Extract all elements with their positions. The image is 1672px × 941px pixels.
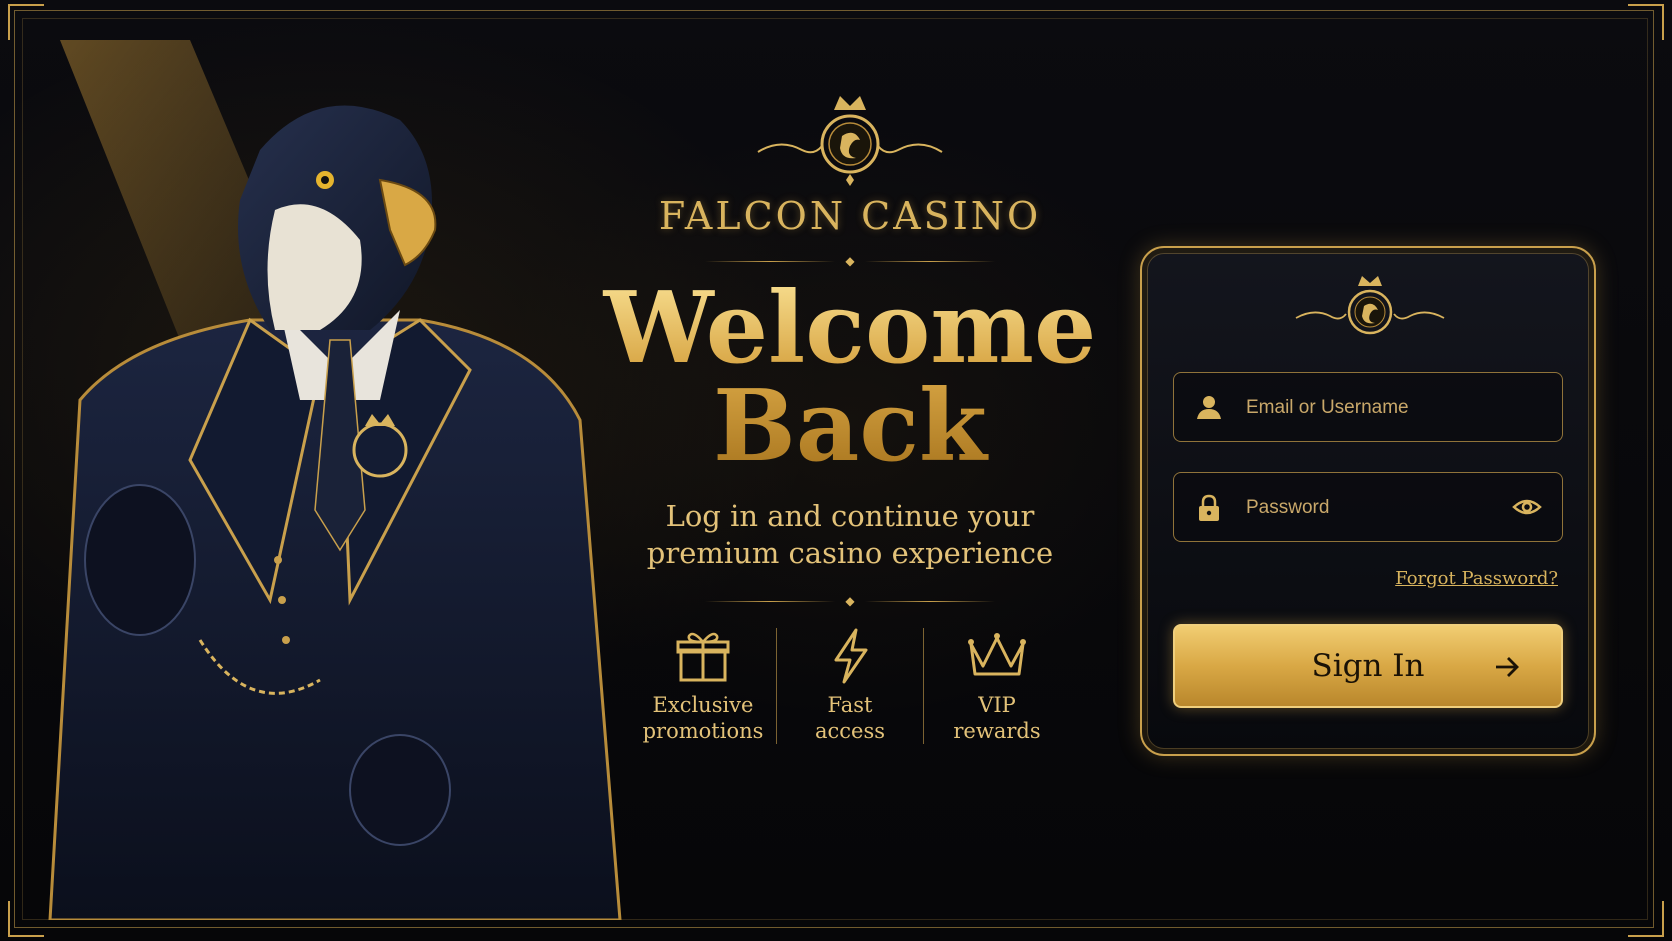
falcon-mascot-illustration xyxy=(20,40,640,922)
ornament-divider: ◆ xyxy=(705,594,996,608)
forgot-password-link[interactable]: Forgot Password? xyxy=(1395,568,1558,589)
login-panel: Forgot Password? Sign In xyxy=(1140,246,1596,756)
arrow-right-icon xyxy=(1496,657,1519,677)
subtitle-line1: Log in and continue your xyxy=(665,499,1035,533)
email-field xyxy=(1173,372,1563,443)
feature-list: Exclusive promotions Fast access VIP rew… xyxy=(600,628,1100,744)
panel-emblem-icon xyxy=(1295,276,1445,335)
feature-line2: access xyxy=(814,719,886,743)
brand-title: FALCON CASINO xyxy=(658,194,1042,238)
ornament-divider: ◆ xyxy=(705,254,996,268)
feature-fast-access: Fast access xyxy=(776,628,923,744)
password-field xyxy=(1173,472,1563,543)
welcome-line2: Back xyxy=(713,369,987,484)
feature-promotions: Exclusive promotions xyxy=(630,628,776,744)
feature-line1: Fast xyxy=(827,693,873,717)
password-input[interactable] xyxy=(1244,473,1518,543)
lock-icon xyxy=(1199,494,1219,521)
welcome-subtitle: Log in and continue your premium casino … xyxy=(600,498,1100,572)
welcome-line1: Welcome xyxy=(603,271,1097,386)
feature-line1: VIP xyxy=(978,693,1016,717)
sign-in-button[interactable]: Sign In xyxy=(1173,624,1563,708)
welcome-heading: Welcome Back xyxy=(600,280,1100,476)
login-screen: FALCON CASINO ◆ Welcome Back Log in and … xyxy=(0,0,1672,941)
subtitle-line2: premium casino experience xyxy=(646,536,1054,570)
lightning-icon xyxy=(834,628,868,684)
feature-vip-rewards: VIP rewards xyxy=(923,628,1070,744)
frame-corner xyxy=(1628,4,1664,40)
feature-line2: promotions xyxy=(642,719,764,743)
crown-icon xyxy=(968,633,1026,676)
welcome-section: FALCON CASINO ◆ Welcome Back Log in and … xyxy=(600,90,1100,744)
frame-corner xyxy=(1628,901,1664,937)
frame-corner xyxy=(8,4,44,40)
user-icon xyxy=(1197,396,1221,419)
gift-icon xyxy=(676,632,730,682)
feature-line2: rewards xyxy=(953,719,1041,743)
feature-line1: Exclusive xyxy=(652,693,754,717)
email-input[interactable] xyxy=(1244,373,1518,443)
casino-emblem-icon xyxy=(757,96,943,186)
eye-icon[interactable] xyxy=(1512,494,1542,520)
